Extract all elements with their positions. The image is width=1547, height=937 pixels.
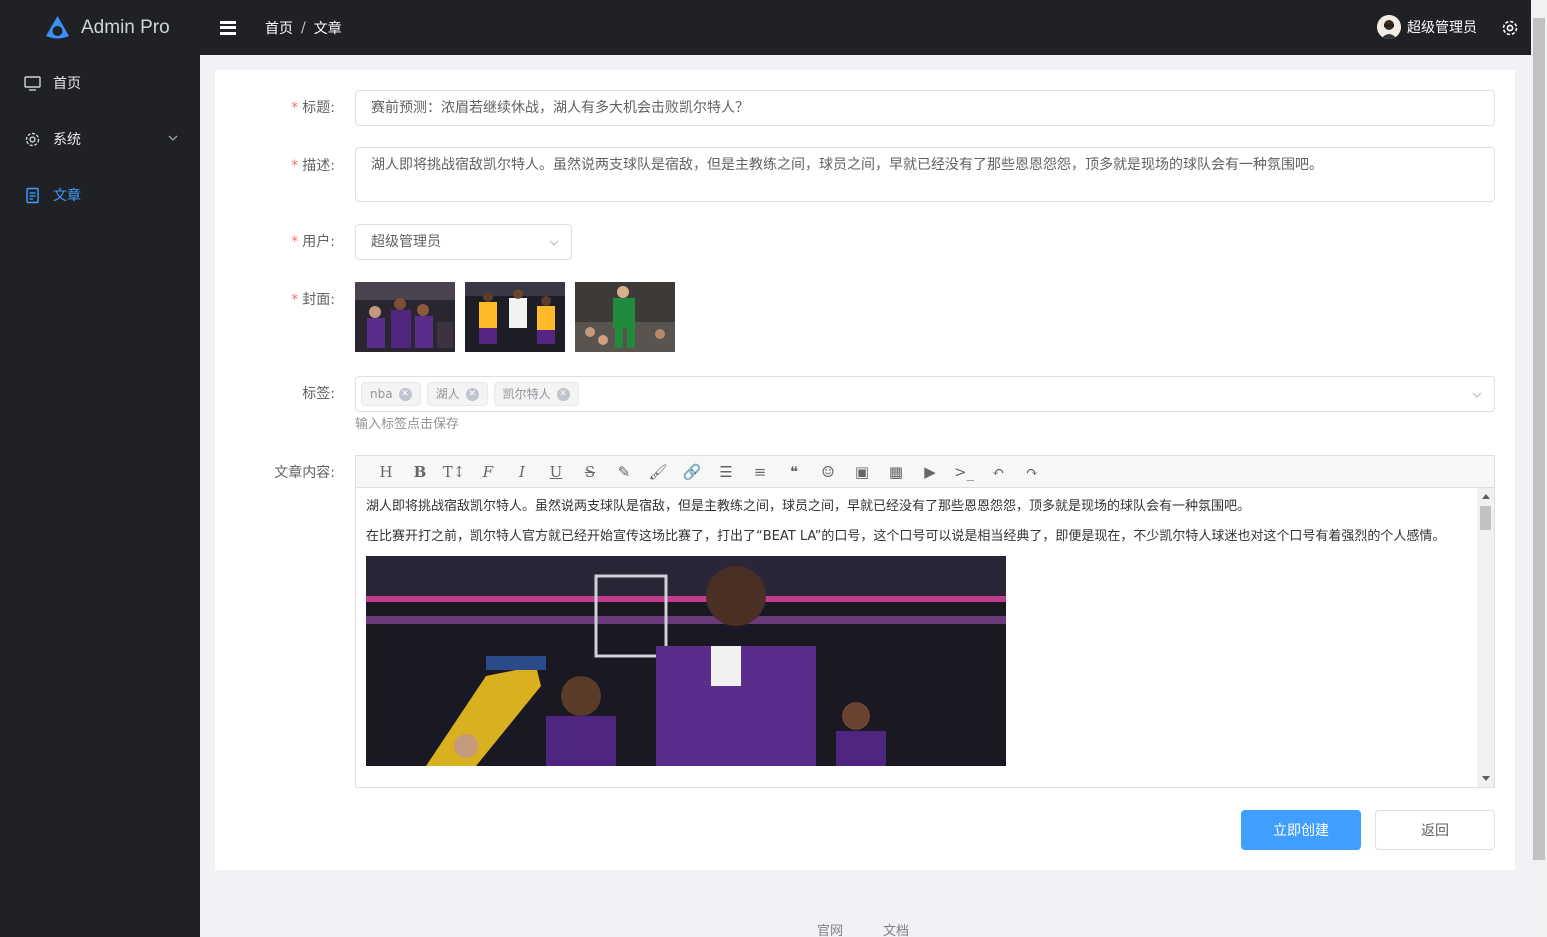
user-select-value: 超级管理员: [371, 234, 441, 250]
sidebar-item-label: 文章: [53, 188, 81, 204]
sidebar: Admin Pro 首页 系统 文章: [0, 0, 200, 937]
editor-scrollbar[interactable]: [1477, 488, 1494, 787]
code-icon[interactable]: >_: [947, 460, 981, 484]
cover-image-1[interactable]: [355, 282, 455, 352]
link-icon[interactable]: 🔗: [675, 460, 709, 484]
breadcrumb-separator: /: [301, 19, 306, 36]
footer: 官网 文档: [817, 920, 909, 937]
top-header: 首页 / 文章 超级管理员: [200, 0, 1547, 55]
breadcrumb: 首页 / 文章: [265, 18, 342, 38]
brand[interactable]: Admin Pro: [0, 0, 200, 55]
footer-link-website[interactable]: 官网: [817, 920, 843, 937]
tag-item: 凯尔特人 ✕: [493, 382, 579, 406]
breadcrumb-current: 文章: [313, 20, 342, 37]
tags-select[interactable]: nba ✕ 湖人 ✕ 凯尔特人 ✕: [355, 376, 1495, 412]
tags-hint: 输入标签点击保存: [355, 417, 460, 432]
content-image: [366, 556, 1006, 766]
quote-icon[interactable]: ❝: [777, 460, 811, 484]
tag-item: 湖人 ✕: [426, 382, 488, 406]
highlighter-icon[interactable]: ✎: [607, 460, 641, 484]
list-icon[interactable]: ☰: [709, 460, 743, 484]
breadcrumb-home[interactable]: 首页: [265, 18, 293, 38]
title-label: * 标题:: [291, 100, 335, 116]
document-icon: [26, 187, 39, 203]
editor-toolbar: H B T↕ F I U S ✎ 🖌 🔗 ☰ ≡ ❝ ☺ ▣ ▦ ▶ >_ ↶ …: [356, 456, 1494, 488]
title-input[interactable]: 赛前预测：浓眉若继续休战，湖人有多大机会击败凯尔特人？: [355, 90, 1495, 126]
sidebar-item-label: 系统: [53, 132, 81, 148]
table-icon[interactable]: ▦: [879, 460, 913, 484]
editor-content[interactable]: 湖人即将挑战宿敌凯尔特人。虽然说两支球队是宿敌，但是主教练之间，球员之间，早就已…: [356, 488, 1494, 787]
footer-link-docs[interactable]: 文档: [883, 920, 909, 937]
undo-icon[interactable]: ↶: [981, 460, 1015, 484]
sidebar-item-system[interactable]: 系统: [0, 111, 200, 167]
video-icon[interactable]: ▶: [913, 460, 947, 484]
font-icon[interactable]: F: [471, 460, 505, 484]
tag-close-icon[interactable]: ✕: [398, 387, 412, 401]
tags-label: 标签:: [302, 386, 335, 402]
menu-toggle-icon[interactable]: [220, 20, 236, 35]
user-menu[interactable]: 超级管理员: [1377, 15, 1477, 39]
create-button[interactable]: 立即创建: [1241, 810, 1361, 850]
avatar: [1377, 15, 1401, 39]
user-select[interactable]: 超级管理员: [355, 224, 572, 260]
tag-item: nba ✕: [361, 382, 421, 406]
chevron-down-icon: [168, 135, 178, 141]
settings-gear-icon[interactable]: [1501, 19, 1519, 37]
chevron-down-icon: [1472, 392, 1482, 398]
user-label: * 用户:: [291, 234, 335, 250]
content-label: 文章内容:: [274, 465, 335, 481]
sidebar-item-label: 首页: [53, 76, 81, 92]
article-form-card: * 标题: 赛前预测：浓眉若继续休战，湖人有多大机会击败凯尔特人？ * 描述: 湖人…: [215, 70, 1515, 870]
page-scrollbar[interactable]: [1531, 0, 1547, 937]
sidebar-item-article[interactable]: 文章: [0, 167, 200, 223]
content-paragraph: 在比赛开打之前，凯尔特人官方就已经开始宣传这场比赛了，打出了“BEAT LA”的…: [366, 529, 1446, 544]
gear-icon: [25, 132, 40, 146]
tag-close-icon[interactable]: ✕: [556, 387, 570, 401]
heading-icon[interactable]: H: [369, 460, 403, 484]
underline-icon[interactable]: U: [539, 460, 573, 484]
monitor-icon: [24, 75, 41, 91]
image-icon[interactable]: ▣: [845, 460, 879, 484]
brush-icon[interactable]: 🖌: [641, 460, 675, 484]
app-name: Admin Pro: [81, 16, 170, 38]
italic-icon[interactable]: I: [505, 460, 539, 484]
bold-icon[interactable]: B: [403, 460, 437, 484]
back-button[interactable]: 返回: [1375, 810, 1495, 850]
logo-icon: [46, 16, 69, 39]
description-textarea[interactable]: 湖人即将挑战宿敌凯尔特人。虽然说两支球队是宿敌，但是主教练之间，球员之间，早就已…: [355, 147, 1495, 202]
text-size-icon[interactable]: T↕: [437, 460, 471, 484]
cover-label: * 封面:: [291, 292, 335, 308]
user-name: 超级管理员: [1407, 20, 1477, 36]
redo-icon[interactable]: ↷: [1015, 460, 1049, 484]
tag-close-icon[interactable]: ✕: [465, 387, 479, 401]
strikethrough-icon[interactable]: S: [573, 460, 607, 484]
cover-image-3[interactable]: [575, 282, 675, 352]
align-icon[interactable]: ≡: [743, 460, 777, 484]
content-paragraph: 湖人即将挑战宿敌凯尔特人。虽然说两支球队是宿敌，但是主教练之间，球员之间，早就已…: [366, 499, 1251, 514]
description-label: * 描述:: [291, 158, 335, 174]
sidebar-item-home[interactable]: 首页: [0, 55, 200, 111]
cover-image-2[interactable]: [465, 282, 565, 352]
chevron-down-icon: [549, 240, 559, 246]
emoji-icon[interactable]: ☺: [811, 460, 845, 484]
rich-text-editor[interactable]: H B T↕ F I U S ✎ 🖌 🔗 ☰ ≡ ❝ ☺ ▣ ▦ ▶ >_ ↶ …: [355, 455, 1495, 788]
